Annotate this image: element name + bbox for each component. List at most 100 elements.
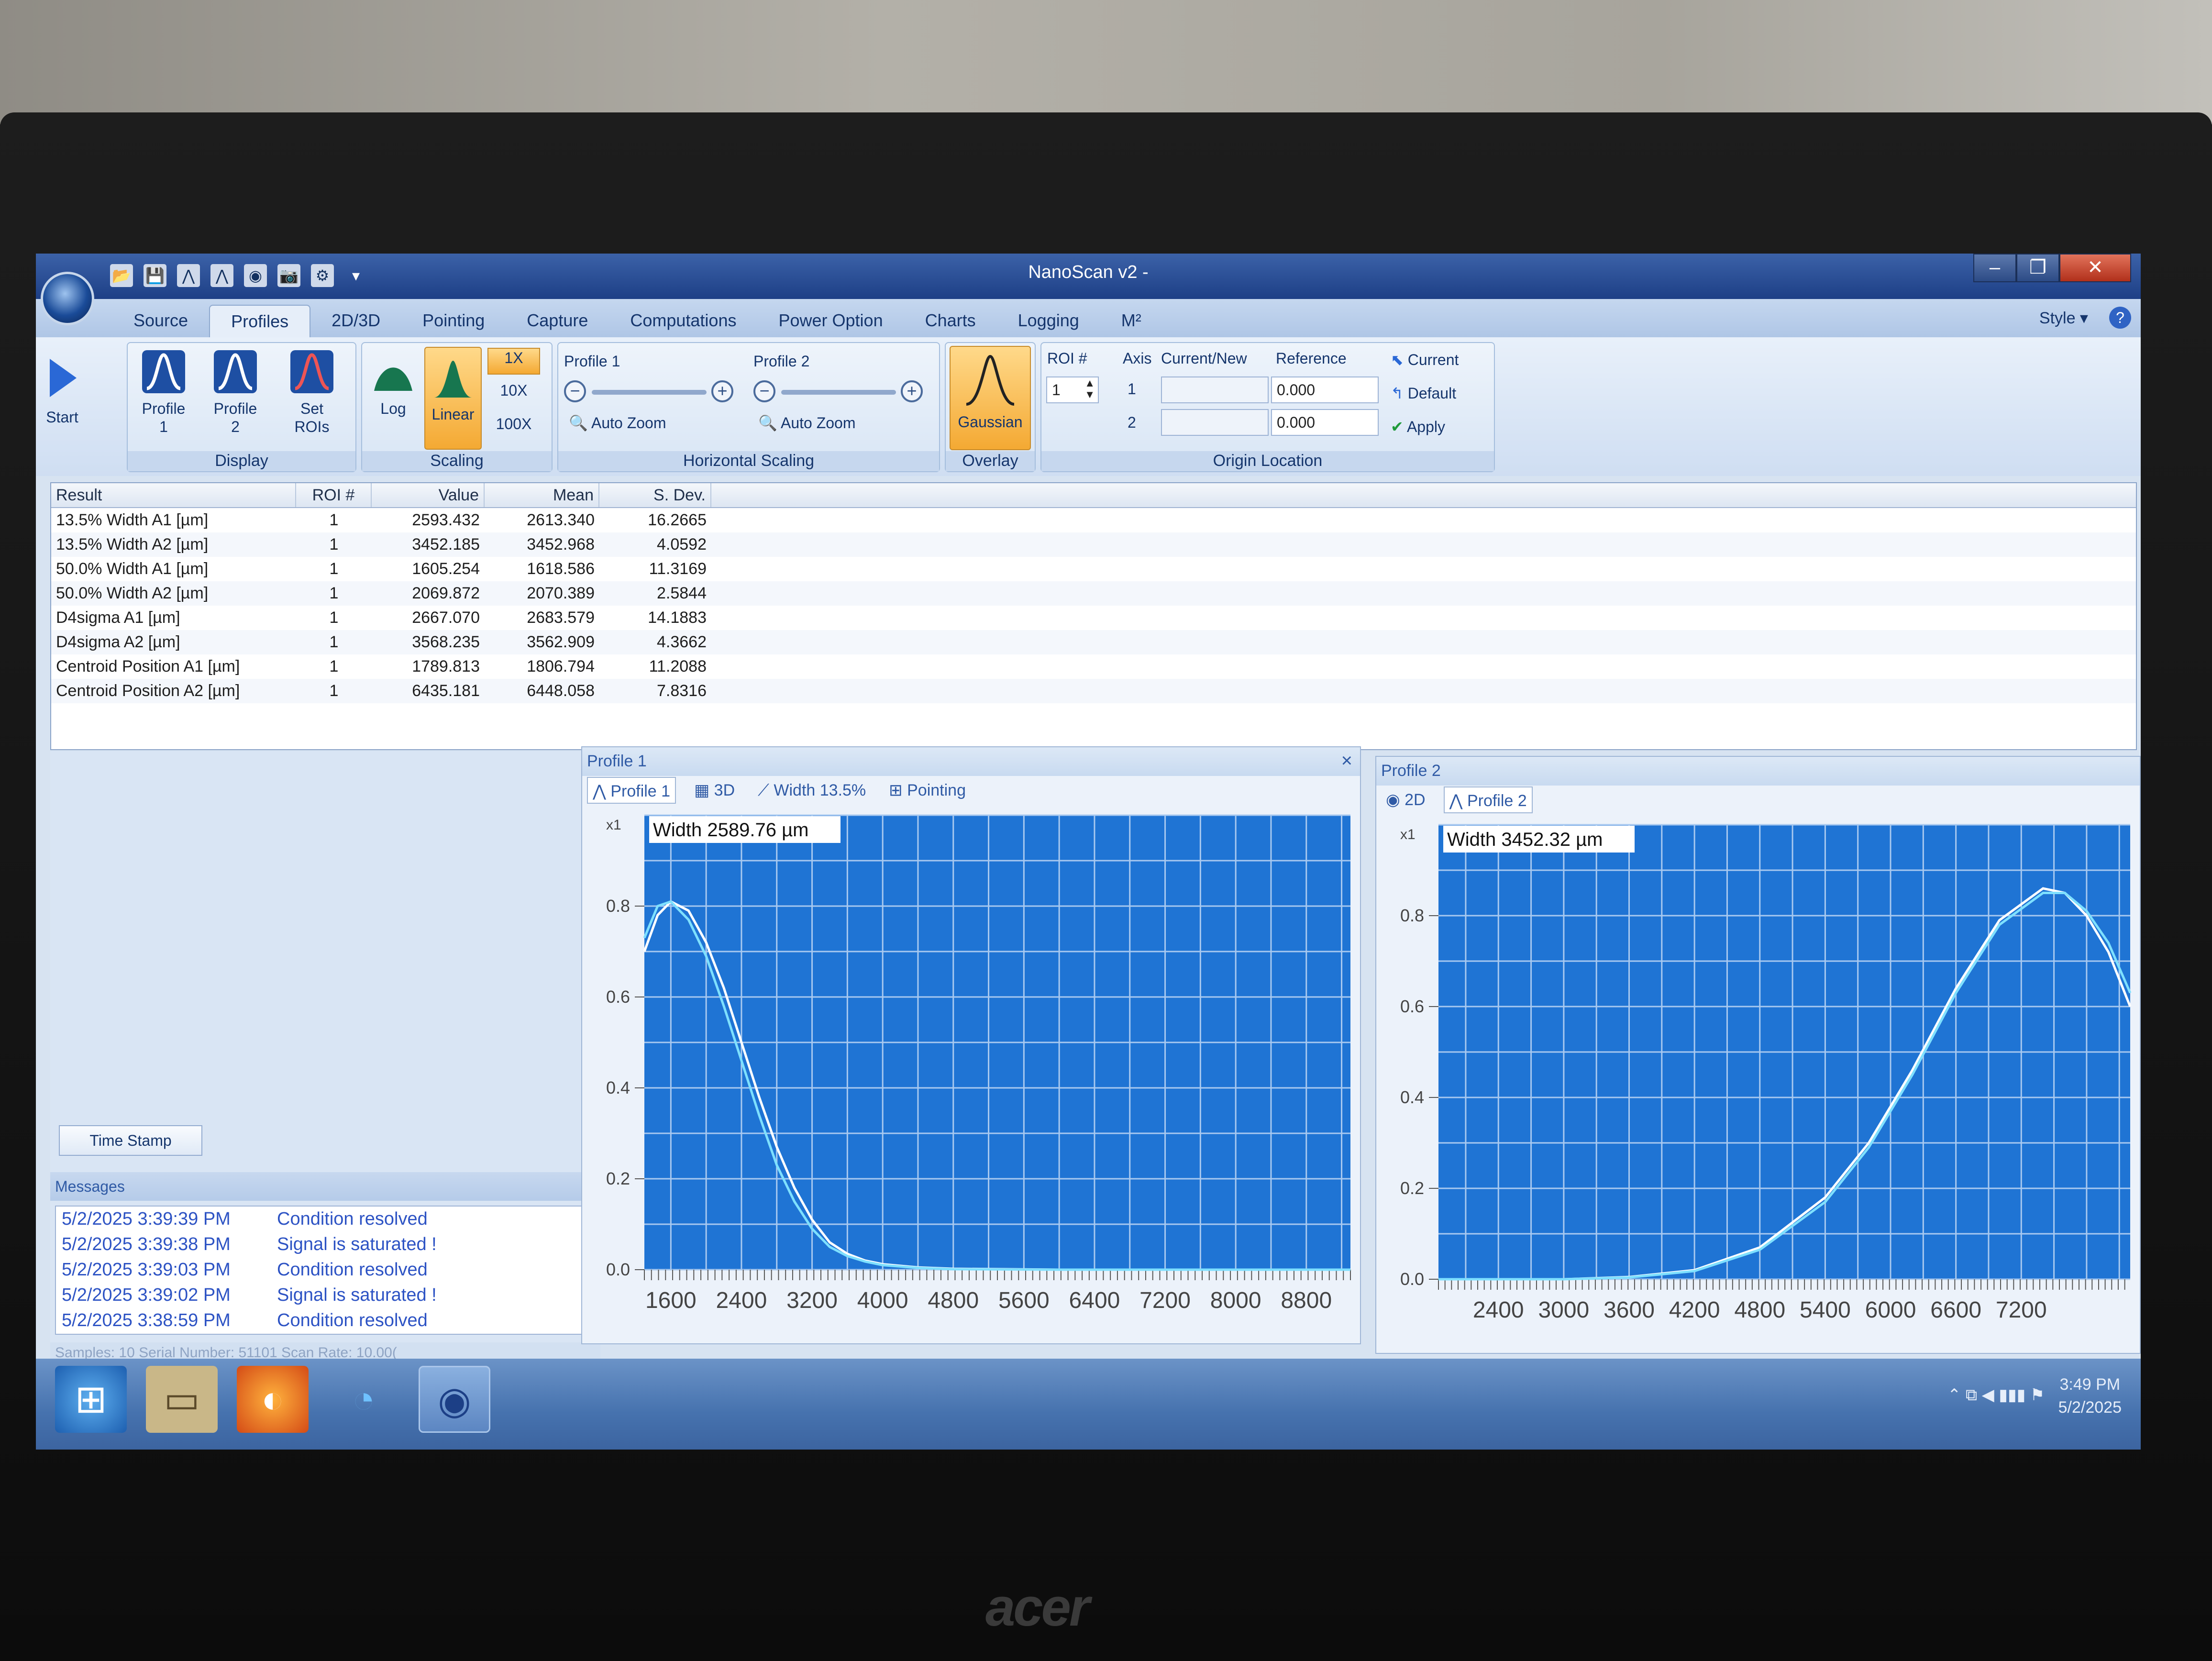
y-tick-label: 0.8 xyxy=(1400,906,1424,925)
profile2-tab-2d[interactable]: ◉ 2D xyxy=(1381,786,1430,813)
gaussian-button[interactable]: Gaussian xyxy=(950,346,1031,450)
tab-power-option[interactable]: Power Option xyxy=(757,305,904,337)
set-rois-icon xyxy=(290,350,333,393)
x-tick-label: 4800 xyxy=(1734,1297,1785,1323)
start-menu-icon[interactable]: ⊞ xyxy=(55,1366,127,1433)
scale-1x-button[interactable]: 1X xyxy=(487,348,540,375)
tab-charts[interactable]: Charts xyxy=(904,305,997,337)
message-item[interactable]: 5/2/2025 3:39:38 PM Signal is saturated ! xyxy=(56,1232,595,1257)
profile1-button[interactable]: Profile 1 xyxy=(133,348,195,436)
table-row[interactable]: 13.5% Width A2 [µm] 1 3452.185 3452.968 4.05… xyxy=(51,532,2136,557)
zoom-in-profile1-icon[interactable]: + xyxy=(711,380,733,402)
close-button[interactable]: ✕ xyxy=(2059,254,2131,282)
file-explorer-icon[interactable]: ▭ xyxy=(146,1366,218,1433)
table-row[interactable]: 50.0% Width A2 [µm] 1 2069.872 2070.389 2.58… xyxy=(51,581,2136,606)
zoom-slider-profile1[interactable] xyxy=(592,390,707,395)
profile-tab-icon: ⋀ xyxy=(1449,792,1463,810)
col-value[interactable]: Value xyxy=(372,483,485,507)
table-row[interactable]: Centroid Position A2 [µm] 1 6435.181 6448.0… xyxy=(51,679,2136,703)
profile1-tab-profile-label: Profile 1 xyxy=(610,782,671,800)
tab-computations[interactable]: Computations xyxy=(609,305,757,337)
restore-button[interactable]: ❐ xyxy=(2016,254,2059,282)
zoom-slider-profile2[interactable] xyxy=(781,390,896,395)
edge-icon[interactable]: ◔ xyxy=(328,1366,399,1433)
col-sdev[interactable]: S. Dev. xyxy=(599,483,711,507)
profile1-tab-pointing[interactable]: ⊞ Pointing xyxy=(884,777,971,804)
tray-icons[interactable]: ⌃ ⧉ ◀ ▮▮▮ ⚑ xyxy=(1947,1386,2045,1404)
firefox-icon[interactable]: ◐ xyxy=(237,1366,309,1433)
table-cell: 14.1883 xyxy=(648,609,707,627)
scale-100x-button[interactable]: 100X xyxy=(487,415,540,433)
profile1-chart[interactable]: 0.0 0.2 0.4 0.6 0.8 1600 2400 3200 4000 4800 5600 6… xyxy=(582,806,1360,1341)
screen: 📂 💾 ⋀ ⋀ ◉ 📷 ⚙ ▾ NanoScan v2 - – ❐ ✕ Sour… xyxy=(36,254,2141,1450)
axis2-current-field[interactable] xyxy=(1161,409,1269,436)
tab-capture[interactable]: Capture xyxy=(506,305,609,337)
table-cell: 6448.058 xyxy=(527,682,595,700)
set-rois-button[interactable]: Set ROIs xyxy=(276,348,348,436)
message-item[interactable]: 5/2/2025 3:39:03 PM Condition resolved xyxy=(56,1257,595,1283)
message-item[interactable]: 5/2/2025 3:39:02 PM Signal is saturated ! xyxy=(56,1283,595,1308)
message-item[interactable]: 5/2/2025 3:39:39 PM Condition resolved xyxy=(56,1207,595,1232)
x-tick-label: 7200 xyxy=(1996,1297,2047,1323)
time-stamp-button[interactable]: Time Stamp xyxy=(59,1125,202,1156)
table-cell: 50.0% Width A2 [µm] xyxy=(56,584,209,602)
clock-time[interactable]: 3:49 PM xyxy=(2060,1375,2121,1394)
spinner-arrows-icon: ▲ ▼ xyxy=(1084,377,1095,400)
clock-date[interactable]: 5/2/2025 xyxy=(2058,1398,2122,1417)
table-row[interactable]: 50.0% Width A1 [µm] 1 1605.254 1618.586 11.3… xyxy=(51,557,2136,581)
linear-button[interactable]: Linear xyxy=(424,347,482,450)
table-cell: 2667.070 xyxy=(412,609,480,627)
help-icon[interactable]: ? xyxy=(2109,307,2131,329)
scaling-group: Log Linear 1X 10X 100X Scaling xyxy=(361,342,553,472)
axis1-reference-field[interactable]: 0.000 xyxy=(1271,376,1379,403)
tab-m2[interactable]: M² xyxy=(1100,305,1162,337)
profile1-tab-width[interactable]: ⟋ Width 13.5% xyxy=(753,777,871,804)
zoom-in-profile2-icon[interactable]: + xyxy=(901,380,923,402)
tab-source[interactable]: Source xyxy=(112,305,209,337)
profile2-icon xyxy=(214,350,257,393)
tab-pointing[interactable]: Pointing xyxy=(401,305,506,337)
results-header: Result ROI # Value Mean S. Dev. xyxy=(51,483,2136,508)
current-button[interactable]: ⬉ Current xyxy=(1391,351,1459,369)
profile1-tabs: ⋀ Profile 1 ▦ 3D ⟋ Width 13.5% ⊞ Pointin… xyxy=(587,777,971,804)
message-text: Condition resolved xyxy=(277,1310,428,1330)
minimize-button[interactable]: – xyxy=(1973,254,2016,282)
profile2-button[interactable]: Profile 2 xyxy=(204,348,266,436)
profile1-tab-3d[interactable]: ▦ 3D xyxy=(689,777,740,804)
tab-2d3d[interactable]: 2D/3D xyxy=(310,305,401,337)
axis2-reference-field[interactable]: 0.000 xyxy=(1271,409,1379,436)
scale-10x-button[interactable]: 10X xyxy=(487,381,540,399)
roi-number-value: 1 xyxy=(1052,381,1061,399)
zoom-out-profile1-icon[interactable]: − xyxy=(564,380,586,402)
profile2-tab-profile[interactable]: ⋀ Profile 2 xyxy=(1443,786,1533,813)
table-cell: 11.2088 xyxy=(649,657,707,675)
profile2-chart[interactable]: 0.0 0.2 0.4 0.6 0.8 2400 3000 3600 4200 4800 5400 6… xyxy=(1376,815,2140,1351)
roi-number-spinner[interactable]: 1 ▲ ▼ xyxy=(1046,376,1099,403)
col-mean[interactable]: Mean xyxy=(485,483,599,507)
default-button[interactable]: ↰ Default xyxy=(1391,384,1456,402)
tab-profiles[interactable]: Profiles xyxy=(209,305,311,337)
profile1-tab-profile[interactable]: ⋀ Profile 1 xyxy=(587,777,676,804)
log-button[interactable]: Log xyxy=(367,353,420,418)
nanoscan-taskbar-icon[interactable]: ◉ xyxy=(419,1366,490,1433)
start-button[interactable]: Start xyxy=(41,352,84,426)
table-row[interactable]: Centroid Position A1 [µm] 1 1789.813 1806.7… xyxy=(51,654,2136,679)
app-menu-orb-icon[interactable] xyxy=(41,272,94,325)
horizontal-scaling-group-label: Horizontal Scaling xyxy=(558,451,939,471)
table-row[interactable]: D4sigma A2 [µm] 1 3568.235 3562.909 4.3662 xyxy=(51,630,2136,654)
profile1-close-icon[interactable]: × xyxy=(1341,750,1352,772)
style-menu[interactable]: Style ▾ xyxy=(2039,309,2088,328)
col-roi[interactable]: ROI # xyxy=(296,483,372,507)
profile2-panel-title: Profile 2 xyxy=(1376,757,2140,786)
zoom-out-profile2-icon[interactable]: − xyxy=(753,380,775,402)
message-item[interactable]: 5/2/2025 3:38:59 PM Condition resolved xyxy=(56,1308,595,1333)
auto-zoom-profile2-button[interactable]: 🔍 Auto Zoom xyxy=(758,414,855,432)
table-row[interactable]: D4sigma A1 [µm] 1 2667.070 2683.579 14.1883 xyxy=(51,606,2136,630)
auto-zoom-profile1-button[interactable]: 🔍 Auto Zoom xyxy=(569,414,666,432)
apply-button[interactable]: ✔ Apply xyxy=(1391,418,1445,436)
axis1-current-field[interactable] xyxy=(1161,376,1269,403)
table-row[interactable]: 13.5% Width A1 [µm] 1 2593.432 2613.340 16.2… xyxy=(51,508,2136,532)
tab-logging[interactable]: Logging xyxy=(997,305,1100,337)
col-result[interactable]: Result xyxy=(51,483,296,507)
y-tick-label: 0.6 xyxy=(606,987,630,1007)
